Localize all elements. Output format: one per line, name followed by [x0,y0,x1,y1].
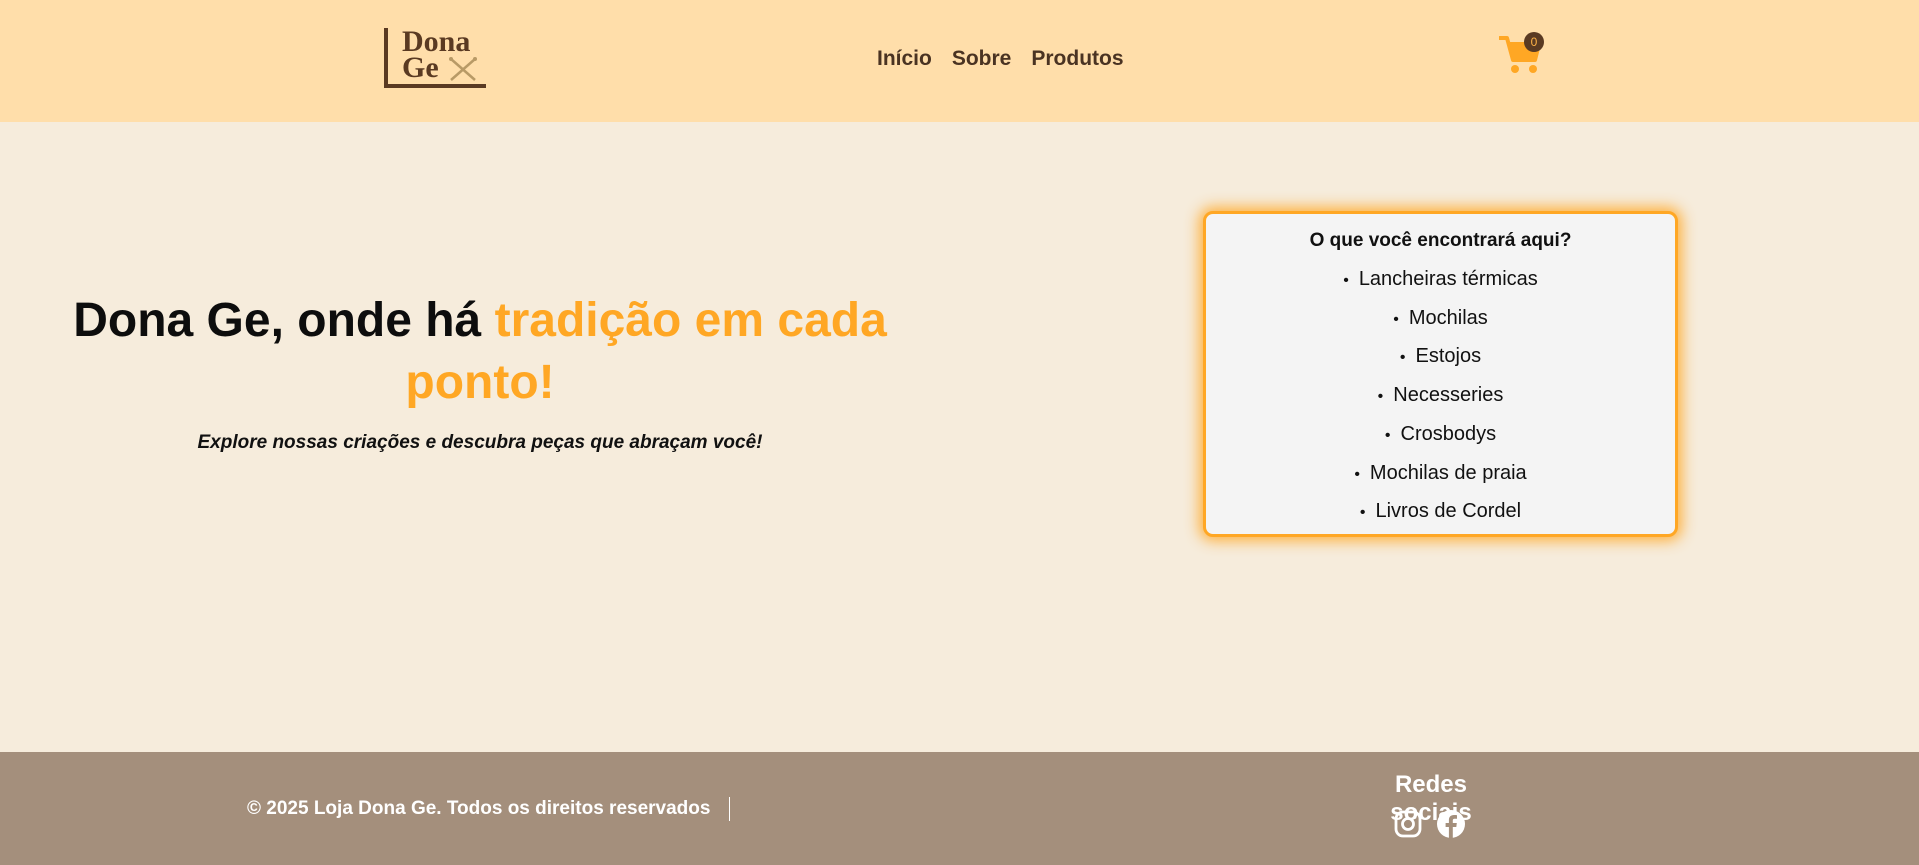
logo[interactable]: Dona Ge [384,26,488,90]
hero-subtitle: Explore nossas criações e descubra peças… [197,432,763,453]
knitting-needles-icon [449,57,477,81]
copyright-text: © 2025 Loja Dona Ge. Todos os direitos r… [247,798,711,819]
list-item: Livros de Cordel [1206,493,1675,532]
products-list: Lancheiras térmicas Mochilas Estojos Nec… [1206,261,1675,532]
list-item: Mochilas [1206,300,1675,339]
hero-title: Dona Ge, onde há tradição em cada ponto! [60,290,900,414]
logo-bracket [384,28,392,88]
hero-title-plain: Dona Ge, onde há [73,294,495,347]
social-icons [1393,809,1466,839]
site-header: Dona Ge Início Sobre Produtos 0 [0,0,1919,122]
products-card: O que você encontrará aqui? Lancheiras t… [1203,211,1678,537]
list-item: Crosbodys [1206,416,1675,455]
instagram-icon[interactable] [1393,809,1423,839]
logo-text-line2: Ge [402,51,439,84]
products-card-title: O que você encontrará aqui? [1309,230,1572,251]
list-item: Mochilas de praia [1206,455,1675,494]
nav-link-sobre[interactable]: Sobre [952,44,1012,74]
list-item: Lancheiras térmicas [1206,261,1675,300]
nav-link-produtos[interactable]: Produtos [1031,44,1123,74]
logo-baseline [384,84,486,88]
list-item: Estojos [1206,338,1675,377]
main-nav: Início Sobre Produtos [877,44,1124,74]
list-item: Necesseries [1206,377,1675,416]
facebook-icon[interactable] [1436,809,1466,839]
cart-count-badge: 0 [1524,32,1544,52]
nav-link-inicio[interactable]: Início [877,44,932,74]
footer-divider [729,797,730,821]
